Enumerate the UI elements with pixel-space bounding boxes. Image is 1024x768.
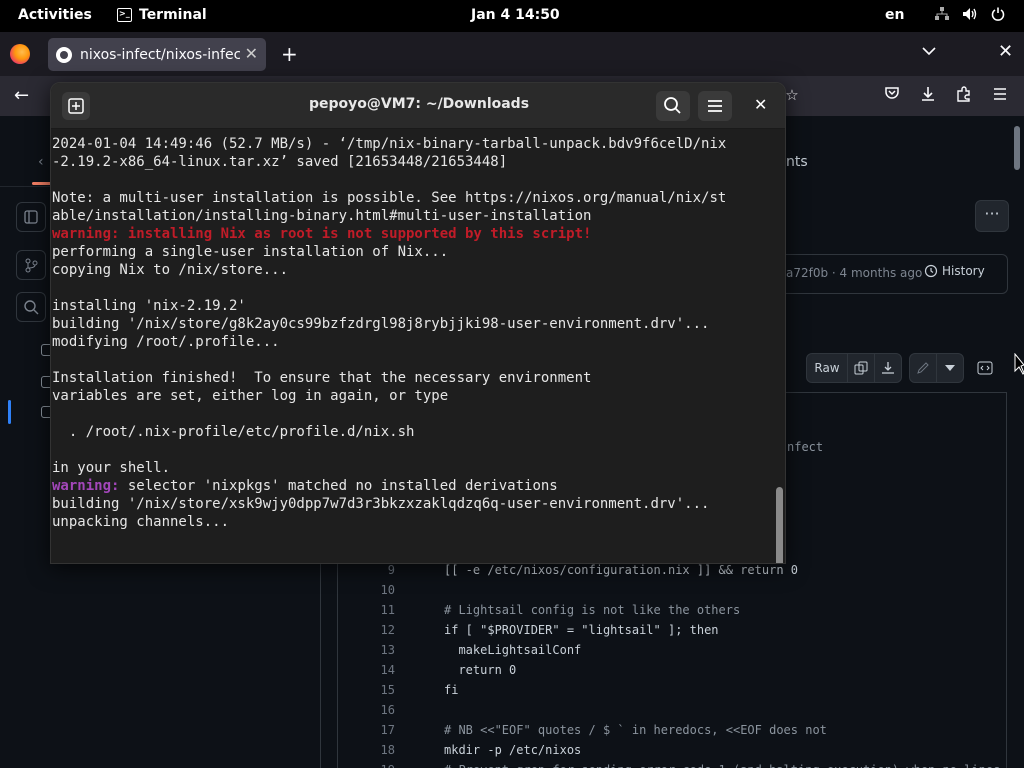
- code-line: # Prevent grep for sending error code 1 …: [444, 760, 1000, 768]
- network-icon: [934, 6, 950, 22]
- tab-title: nixos-infect/nixos-infect: [80, 46, 240, 63]
- menu-button[interactable]: [698, 91, 732, 121]
- file-search-button[interactable]: [16, 292, 46, 322]
- volume-icon: [962, 6, 978, 22]
- line-number[interactable]: 12: [337, 620, 395, 640]
- code-line: # Lightsail config is not like the other…: [444, 603, 741, 617]
- clock[interactable]: Jan 4 14:50: [471, 7, 560, 23]
- terminal-line: installing 'nix-2.19.2': [52, 298, 246, 314]
- power-icon: [990, 6, 1006, 22]
- sidebar-toggle-button[interactable]: [16, 202, 46, 232]
- download-icon: [882, 362, 894, 374]
- terminal-scrollbar[interactable]: [776, 487, 783, 563]
- activities-button[interactable]: Activities: [18, 7, 92, 23]
- line-number[interactable]: 13: [337, 640, 395, 660]
- line-number[interactable]: 15: [337, 680, 395, 700]
- keyboard-layout[interactable]: en: [885, 7, 904, 23]
- page-scrollbar[interactable]: [1014, 126, 1020, 170]
- terminal-line: variables are set, either log in again, …: [52, 388, 449, 404]
- branch-button[interactable]: [16, 250, 46, 280]
- terminal-line: . /root/.nix-profile/etc/profile.d/nix.s…: [52, 424, 415, 440]
- app-name: Terminal: [139, 7, 207, 23]
- history-icon: [924, 264, 938, 278]
- code-line: return 0: [444, 663, 517, 677]
- code-line: mkdir -p /etc/nixos: [444, 743, 582, 757]
- warning-prefix: warning:: [52, 478, 120, 494]
- system-tray[interactable]: [934, 6, 1006, 22]
- top-bar: Activities >_ Terminal Jan 4 14:50 en: [0, 0, 1024, 32]
- copy-icon: [854, 361, 868, 375]
- edit-button[interactable]: [909, 353, 937, 383]
- mouse-cursor-icon: [1014, 353, 1024, 375]
- close-window-icon[interactable]: ✕: [998, 41, 1013, 62]
- extensions-icon[interactable]: [954, 86, 974, 106]
- edit-dropdown-button[interactable]: [936, 353, 964, 383]
- terminal-line: 2024-01-04 14:49:46 (52.7 MB/s) - ‘/tmp/…: [52, 136, 727, 152]
- download-raw-button[interactable]: [874, 353, 902, 383]
- line-number[interactable]: 16: [337, 700, 395, 720]
- chevron-left-icon[interactable]: ‹: [38, 154, 44, 170]
- terminal-line: modifying /root/.profile...: [52, 334, 280, 350]
- line-number[interactable]: 14: [337, 660, 395, 680]
- commit-info[interactable]: a72f0b · 4 months ago: [786, 266, 922, 280]
- list-all-tabs-icon[interactable]: [922, 44, 936, 60]
- browser-tab[interactable]: nixos-infect/nixos-infect ✕: [48, 38, 266, 71]
- firefox-logo-icon: [10, 44, 30, 64]
- line-number[interactable]: 11: [337, 600, 395, 620]
- terminal-line: Note: a multi-user installation is possi…: [52, 190, 727, 206]
- more-options-button[interactable]: ···: [975, 200, 1009, 232]
- close-icon[interactable]: ✕: [754, 95, 767, 114]
- github-icon: [56, 46, 72, 63]
- downloads-icon[interactable]: [918, 86, 938, 106]
- terminal-window[interactable]: pepoyo@VM7: ~/Downloads ✕ 2024-01-04 14:…: [50, 82, 786, 564]
- copy-raw-button[interactable]: [847, 353, 875, 383]
- terminal-line-text: selector 'nixpkgs' matched no installed …: [119, 478, 558, 494]
- terminal-output[interactable]: 2024-01-04 14:49:46 (52.7 MB/s) - ‘/tmp/…: [51, 129, 785, 563]
- new-tab-button[interactable]: +: [281, 42, 298, 66]
- terminal-header-bar[interactable]: pepoyo@VM7: ~/Downloads ✕: [51, 83, 785, 129]
- terminal-line: unpacking channels...: [52, 514, 230, 530]
- terminal-line: warning: installing Nix as root is not s…: [52, 226, 592, 242]
- caret-down-icon: [945, 365, 955, 371]
- terminal-line: in your shell.: [52, 460, 171, 476]
- terminal-line: Installation finished! To ensure that th…: [52, 370, 592, 386]
- line-number[interactable]: 10: [337, 580, 395, 600]
- symbols-button[interactable]: [970, 353, 1000, 383]
- active-tab-underline: [32, 182, 52, 185]
- hamburger-menu-icon[interactable]: [990, 86, 1010, 104]
- line-number[interactable]: 17: [337, 720, 395, 740]
- code-line: makeLightsailConf: [444, 643, 582, 657]
- raw-button[interactable]: Raw: [806, 353, 848, 383]
- terminal-line: -2.19.2-x86_64-linux.tar.xz’ saved [2165…: [52, 154, 508, 170]
- search-button[interactable]: [656, 91, 690, 121]
- search-icon: [664, 97, 681, 114]
- pencil-icon: [917, 362, 929, 374]
- code-square-icon: [977, 361, 993, 375]
- tab-fragment[interactable]: nts: [786, 154, 808, 170]
- terminal-icon: >_: [117, 8, 132, 22]
- line-number[interactable]: 18: [337, 740, 395, 760]
- selected-file-indicator: [8, 400, 11, 424]
- code-line: fi: [444, 683, 459, 697]
- terminal-line: warning: selector 'nixpkgs' matched no i…: [52, 477, 558, 495]
- terminal-line: building '/nix/store/g8k2ay0cs99bzfzdrgl…: [52, 316, 710, 332]
- hamburger-icon: [708, 100, 722, 112]
- code-fragment: nfect: [787, 440, 824, 454]
- app-menu[interactable]: >_ Terminal: [117, 7, 207, 23]
- code-line: if [ "$PROVIDER" = "lightsail" ]; then: [444, 623, 719, 637]
- line-number[interactable]: 19: [337, 760, 395, 768]
- terminal-line: able/installation/installing-binary.html…: [52, 208, 592, 224]
- back-arrow-icon[interactable]: ←: [14, 85, 29, 106]
- firefox-tab-bar: nixos-infect/nixos-infect ✕ + ✕: [0, 32, 1024, 76]
- terminal-line: copying Nix to /nix/store...: [52, 262, 289, 278]
- code-line: # NB <<"EOF" quotes / $ ` in heredocs, <…: [444, 723, 827, 737]
- terminal-line: performing a single-user installation of…: [52, 244, 449, 260]
- history-link[interactable]: History: [924, 264, 985, 278]
- terminal-line: building '/nix/store/xsk9wjy0dpp7w7d3r3b…: [52, 496, 710, 512]
- pocket-icon[interactable]: [882, 86, 902, 104]
- close-tab-icon[interactable]: ✕: [245, 44, 258, 63]
- history-label: History: [942, 264, 985, 278]
